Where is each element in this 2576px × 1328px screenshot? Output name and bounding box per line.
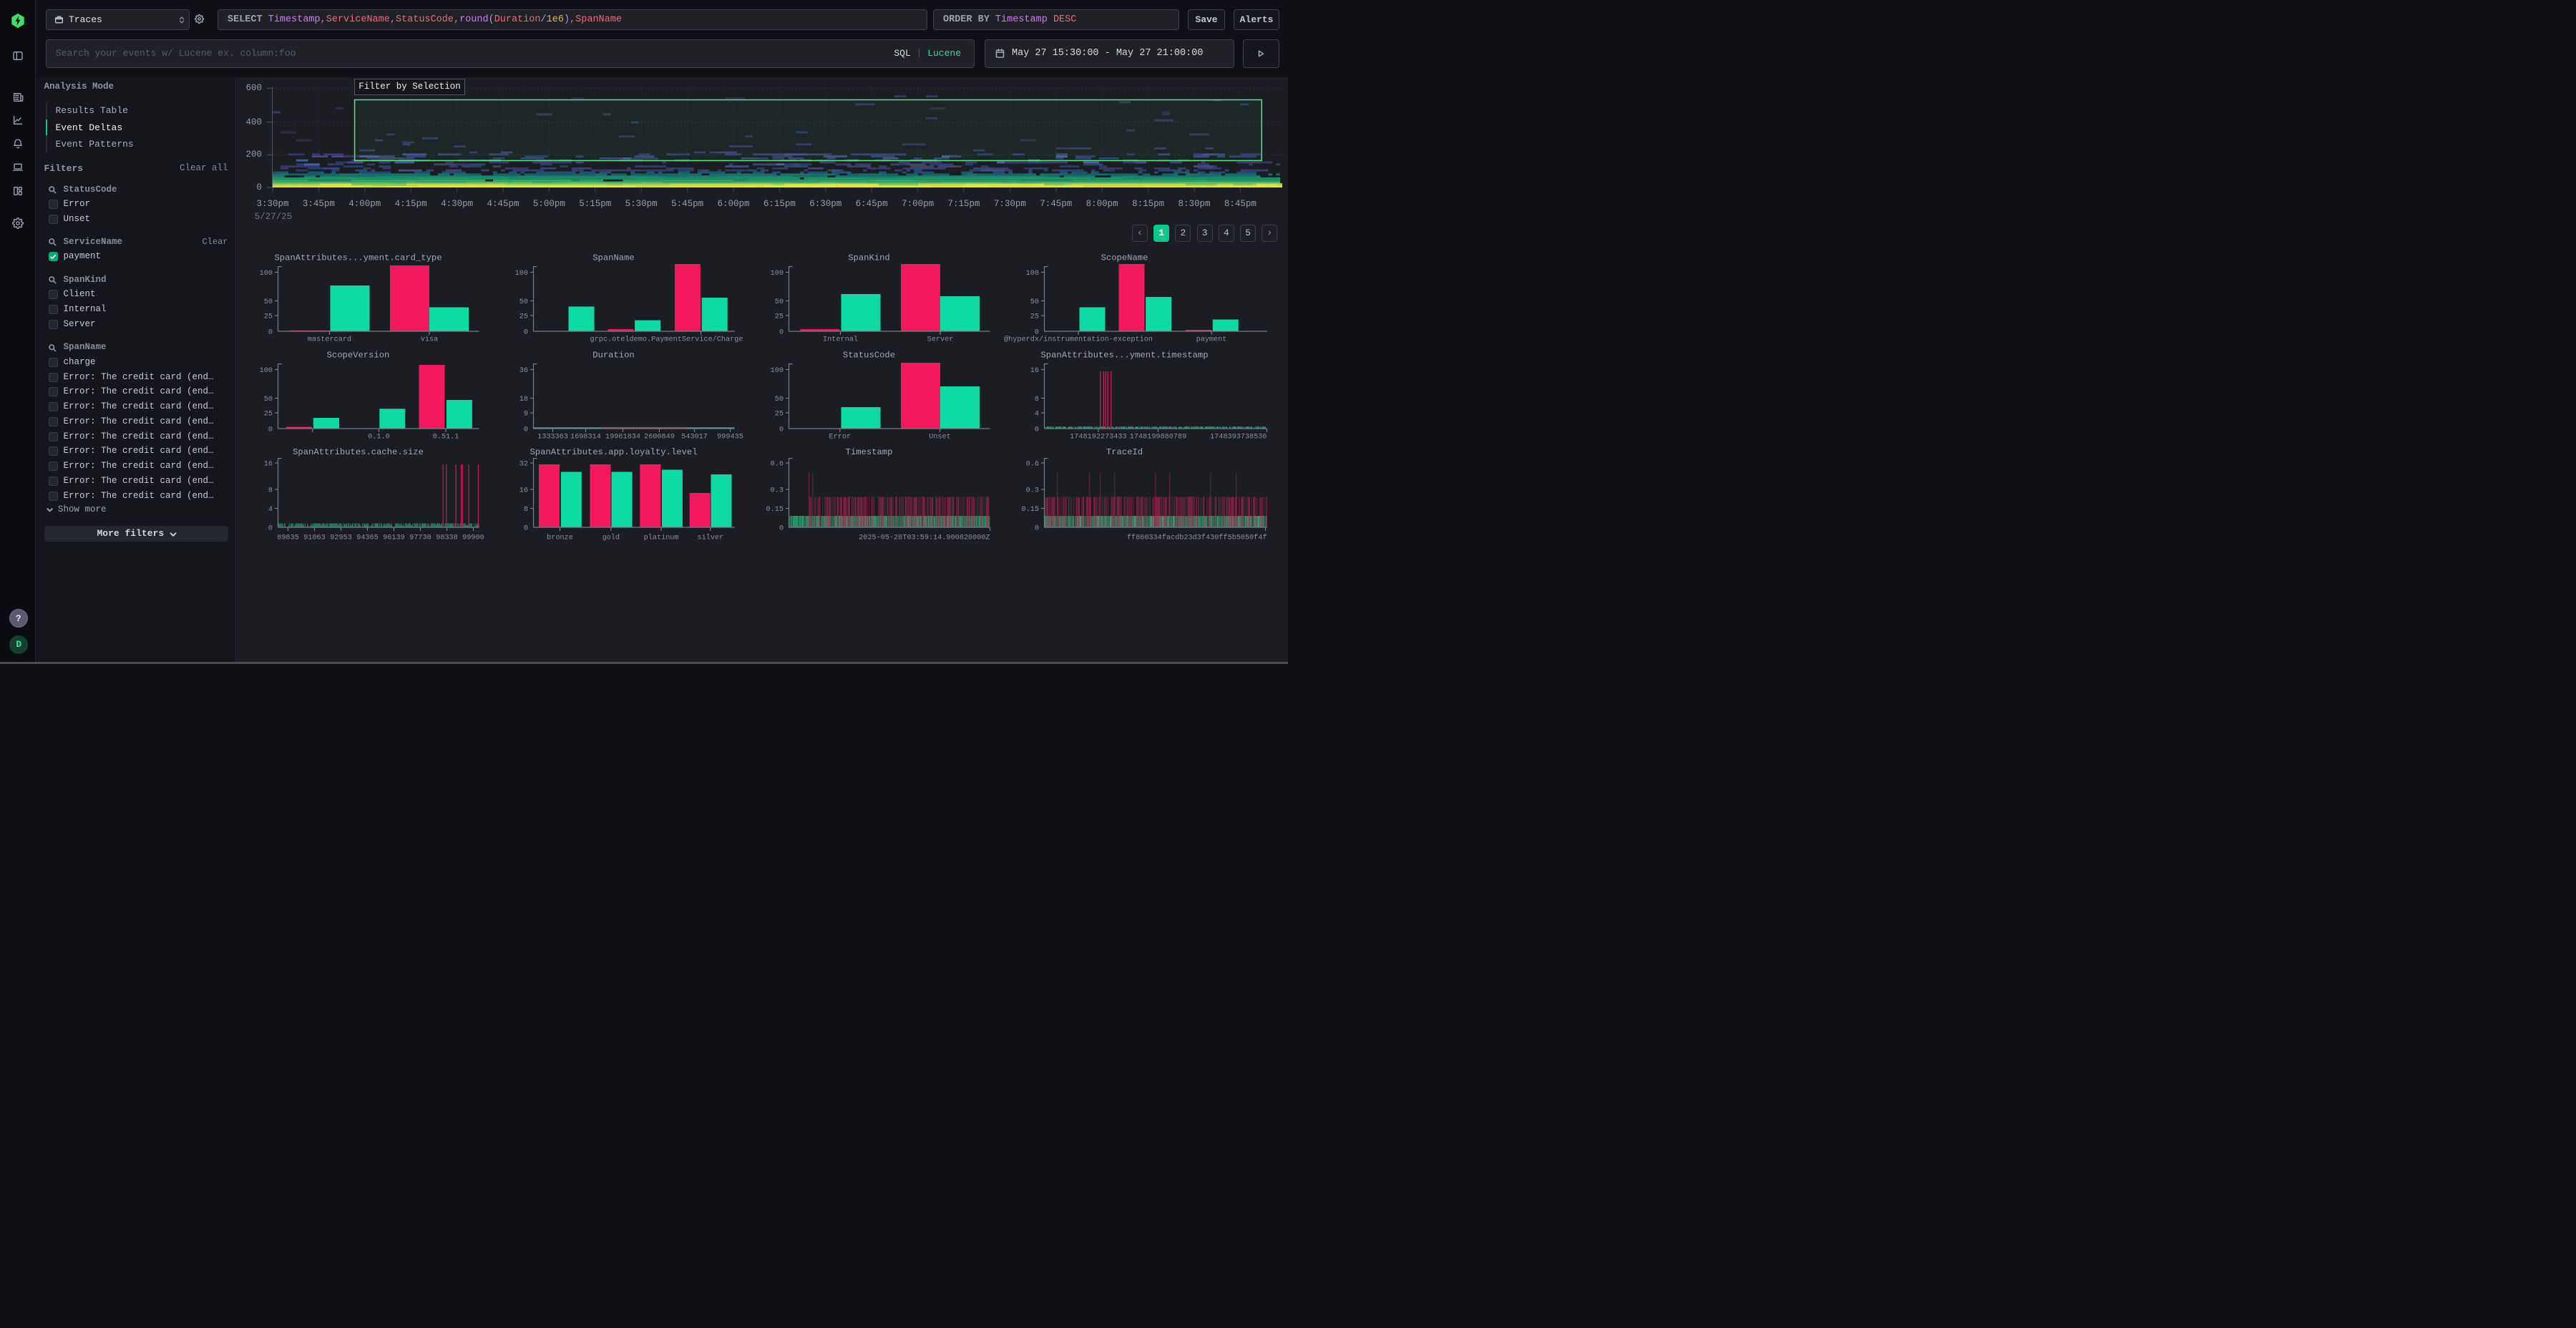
- svg-text:0.6: 0.6: [1025, 460, 1038, 468]
- svg-text:100: 100: [771, 367, 784, 375]
- svg-text:96139: 96139: [383, 534, 405, 542]
- svg-text:1698314: 1698314: [570, 434, 601, 441]
- svg-text:19961834: 19961834: [605, 434, 640, 441]
- svg-text:0: 0: [1034, 426, 1038, 434]
- svg-text:50: 50: [264, 298, 273, 306]
- svg-text:16: 16: [1030, 367, 1038, 375]
- svg-text:Error: Error: [829, 434, 852, 441]
- svg-text:25: 25: [264, 313, 273, 321]
- svg-text:91063: 91063: [303, 534, 326, 542]
- svg-text:SpanAttributes...yment.card_ty: SpanAttributes...yment.card_type: [274, 253, 441, 263]
- svg-text:0.3: 0.3: [771, 487, 784, 494]
- svg-text:25: 25: [775, 313, 784, 321]
- svg-text:100: 100: [260, 367, 273, 375]
- svg-text:543017: 543017: [681, 434, 708, 441]
- svg-text:100: 100: [515, 270, 528, 278]
- svg-text:visa: visa: [421, 336, 438, 344]
- svg-text:0: 0: [524, 524, 528, 532]
- svg-text:0: 0: [268, 524, 273, 532]
- svg-text:platinum: platinum: [644, 533, 679, 542]
- svg-text:0.6: 0.6: [771, 460, 784, 468]
- svg-text:silver: silver: [697, 533, 723, 542]
- svg-text:ff860334facdb23d3f430ff5b5050f: ff860334facdb23d3f430ff5b5050f4f: [1126, 533, 1267, 542]
- svg-text:0: 0: [268, 329, 273, 337]
- svg-text:999435: 999435: [717, 434, 743, 441]
- svg-text:Duration: Duration: [592, 351, 635, 361]
- svg-text:16: 16: [519, 487, 528, 494]
- svg-text:9: 9: [524, 411, 528, 419]
- svg-text:89835: 89835: [277, 534, 299, 542]
- svg-text:TraceId: TraceId: [1106, 447, 1142, 457]
- svg-text:50: 50: [264, 396, 273, 404]
- svg-text:99900: 99900: [462, 534, 484, 542]
- svg-text:1333363: 1333363: [537, 434, 568, 441]
- svg-text:0: 0: [779, 524, 784, 532]
- svg-text:36: 36: [519, 367, 528, 375]
- svg-text:2600849: 2600849: [644, 434, 675, 441]
- svg-text:97730: 97730: [409, 534, 431, 542]
- svg-text:8: 8: [268, 487, 273, 494]
- svg-text:Unset: Unset: [929, 434, 951, 441]
- svg-text:0: 0: [524, 329, 528, 337]
- svg-text:4: 4: [268, 506, 273, 514]
- svg-text:bronze: bronze: [547, 533, 573, 542]
- svg-text:0.15: 0.15: [766, 506, 784, 514]
- svg-text:50: 50: [519, 298, 528, 306]
- svg-text:Timestamp: Timestamp: [846, 447, 893, 457]
- svg-text:ScopeVersion: ScopeVersion: [327, 351, 390, 361]
- svg-text:25: 25: [519, 313, 528, 321]
- svg-text:Server: Server: [927, 336, 954, 344]
- svg-text:50: 50: [775, 396, 784, 404]
- svg-text:50: 50: [775, 298, 784, 306]
- svg-text:grpc.oteldemo.PaymentService/C: grpc.oteldemo.PaymentService/Charge: [590, 336, 743, 344]
- svg-text:SpanKind: SpanKind: [848, 253, 890, 263]
- svg-text:100: 100: [771, 270, 784, 278]
- svg-text:SpanAttributes.app.loyalty.lev: SpanAttributes.app.loyalty.level: [530, 447, 697, 457]
- svg-text:mastercard: mastercard: [308, 336, 351, 344]
- svg-text:SpanAttributes.cache.size: SpanAttributes.cache.size: [293, 447, 424, 457]
- svg-text:8: 8: [1034, 396, 1038, 404]
- svg-text:@hyperdx/instrumentation-excep: @hyperdx/instrumentation-exception: [1004, 336, 1153, 344]
- svg-text:16: 16: [264, 460, 273, 468]
- svg-text:18: 18: [519, 396, 528, 404]
- svg-text:0.1.0: 0.1.0: [368, 434, 390, 441]
- svg-text:0.51.1: 0.51.1: [433, 434, 459, 441]
- svg-text:StatusCode: StatusCode: [843, 351, 895, 361]
- svg-text:94365: 94365: [356, 534, 379, 542]
- svg-text:4: 4: [1034, 411, 1038, 419]
- svg-text:8: 8: [524, 506, 528, 514]
- svg-text:0: 0: [268, 426, 273, 434]
- svg-text:0.3: 0.3: [1025, 487, 1038, 494]
- svg-text:Internal: Internal: [823, 336, 858, 344]
- svg-text:0: 0: [524, 426, 528, 434]
- svg-text:100: 100: [260, 270, 273, 278]
- svg-text:25: 25: [1030, 313, 1038, 321]
- svg-text:payment: payment: [1196, 336, 1226, 344]
- svg-text:ScopeName: ScopeName: [1101, 253, 1148, 263]
- svg-text:0: 0: [779, 426, 784, 434]
- svg-text:50: 50: [1030, 298, 1038, 306]
- svg-text:0: 0: [1034, 524, 1038, 532]
- svg-text:1748192273433: 1748192273433: [1070, 434, 1126, 441]
- svg-text:gold: gold: [602, 533, 620, 542]
- svg-text:25: 25: [264, 411, 273, 419]
- svg-text:SpanName: SpanName: [592, 253, 635, 263]
- svg-text:SpanAttributes...yment.timesta: SpanAttributes...yment.timestamp: [1040, 351, 1208, 361]
- svg-text:1748199880789: 1748199880789: [1129, 434, 1186, 441]
- svg-text:92953: 92953: [330, 534, 352, 542]
- svg-text:2025-05-28T03:59:14.900820000Z: 2025-05-28T03:59:14.900820000Z: [859, 534, 990, 542]
- svg-text:1748393738536: 1748393738536: [1210, 434, 1267, 441]
- svg-text:0.15: 0.15: [1021, 506, 1038, 514]
- svg-text:0: 0: [779, 329, 784, 337]
- svg-text:32: 32: [519, 460, 528, 468]
- svg-text:25: 25: [775, 411, 784, 419]
- svg-text:100: 100: [1025, 270, 1038, 278]
- svg-text:98338: 98338: [436, 534, 458, 542]
